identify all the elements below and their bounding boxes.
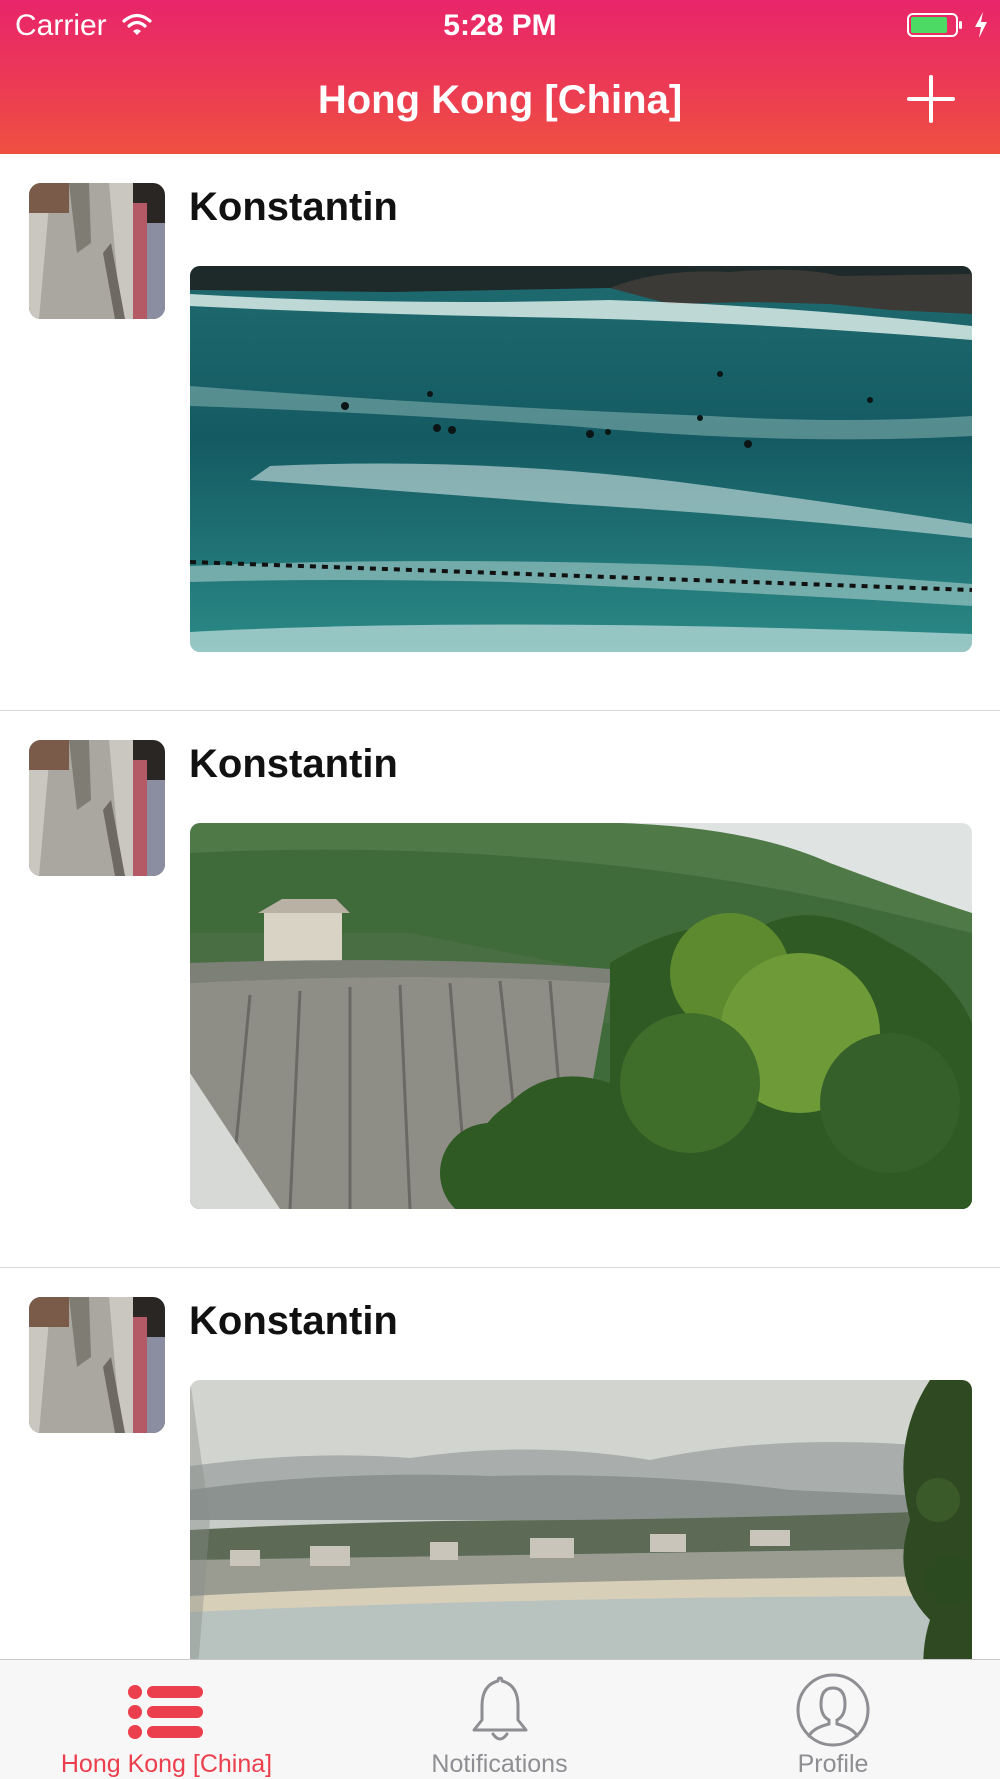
post-photo[interactable] (190, 1380, 972, 1659)
tab-city-feed[interactable]: Hong Kong [China] (0, 1660, 333, 1779)
list-icon (127, 1685, 203, 1739)
tab-label: Notifications (431, 1750, 568, 1778)
app-header: Carrier 5:28 PM Hong Kong [China] (0, 0, 1000, 154)
tab-notifications[interactable]: Notifications (333, 1660, 666, 1779)
avatar[interactable] (29, 740, 165, 876)
tab-bar: Hong Kong [China] Notifications Profile (0, 1659, 1000, 1779)
page-title: Hong Kong [China] (317, 78, 683, 122)
post-feed[interactable]: Konstantin Konstantin Konstantin (0, 154, 1000, 1659)
post-card[interactable]: Konstantin (0, 711, 1000, 1268)
post-photo[interactable] (190, 266, 972, 652)
add-post-button[interactable] (905, 73, 957, 125)
post-author[interactable]: Konstantin (189, 185, 398, 230)
tab-label: Hong Kong [China] (60, 1750, 273, 1778)
bell-icon (472, 1676, 527, 1741)
plus-icon (907, 75, 955, 123)
person-icon (796, 1673, 870, 1747)
post-author[interactable]: Konstantin (189, 742, 398, 787)
post-card[interactable]: Konstantin (0, 1268, 1000, 1659)
post-photo[interactable] (190, 823, 972, 1209)
status-time: 5:28 PM (443, 9, 557, 42)
charging-bolt-icon (975, 12, 987, 38)
avatar[interactable] (29, 183, 165, 319)
post-card[interactable]: Konstantin (0, 154, 1000, 711)
post-author[interactable]: Konstantin (189, 1299, 398, 1344)
tab-profile[interactable]: Profile (666, 1660, 1000, 1779)
tab-label: Profile (797, 1750, 869, 1778)
status-bar: Carrier 5:28 PM (0, 0, 1000, 50)
avatar[interactable] (29, 1297, 165, 1433)
battery-charging-icon (907, 13, 962, 37)
